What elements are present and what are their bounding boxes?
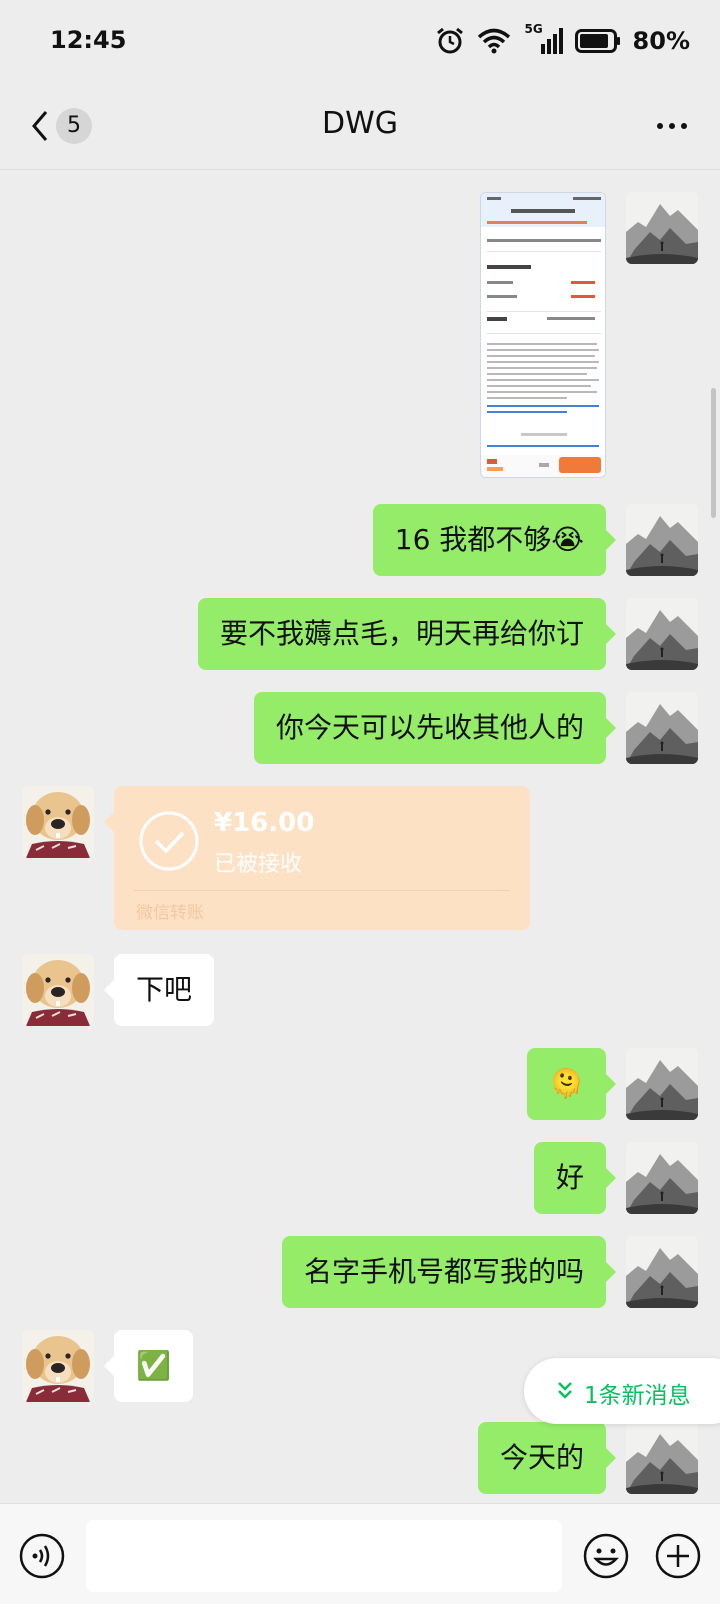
outgoing-message-bubble[interactable]: 16 我都不够😭 — [372, 504, 617, 576]
outgoing-message-bubble[interactable]: 今天的 — [477, 1422, 617, 1494]
contact-avatar[interactable] — [22, 786, 94, 858]
my-avatar[interactable] — [626, 1142, 698, 1214]
my-avatar[interactable] — [626, 192, 698, 264]
transfer-amount: ¥16.00 — [214, 808, 315, 838]
incoming-message-bubble[interactable]: 下吧 — [103, 954, 215, 1026]
transfer-divider — [134, 890, 510, 891]
status-icons: 5G 80% — [435, 22, 690, 58]
status-bar: 12:45 5G 80% — [0, 0, 720, 82]
message-text: 要不我薅点毛，明天再给你订 — [219, 617, 584, 650]
crying-emoji-icon: 😭 — [551, 523, 584, 556]
message-text: 好 — [555, 1161, 584, 1194]
more-icon[interactable] — [652, 108, 692, 144]
battery-percent: 80% — [632, 27, 690, 55]
voice-icon[interactable] — [18, 1532, 66, 1580]
message-input[interactable] — [86, 1520, 562, 1592]
transfer-status: 已被接收 — [214, 852, 303, 877]
contact-avatar[interactable] — [22, 1330, 94, 1402]
contact-avatar[interactable] — [22, 954, 94, 1026]
screenshot-thumbnail — [481, 193, 605, 477]
network-type-label: 5G — [524, 22, 543, 36]
transfer-card[interactable]: ¥16.00 已被接收 微信转账 — [104, 786, 530, 930]
double-chevron-down-icon — [556, 1380, 574, 1400]
message-text: 16 我都不够 — [394, 523, 552, 556]
my-avatar[interactable] — [626, 504, 698, 576]
my-avatar[interactable] — [626, 1048, 698, 1120]
wifi-icon — [477, 27, 511, 55]
transfer-label: 微信转账 — [136, 903, 204, 923]
message-text: 今天的 — [499, 1441, 584, 1474]
outgoing-message-bubble[interactable]: 好 — [533, 1142, 617, 1214]
message-text: 你今天可以先收其他人的 — [275, 711, 584, 744]
incoming-message-bubble[interactable]: ✅ — [104, 1330, 193, 1402]
scrollbar-thumb[interactable] — [711, 388, 716, 518]
my-avatar[interactable] — [626, 1422, 698, 1494]
outgoing-message-bubble[interactable]: 🫠 — [527, 1048, 616, 1120]
new-message-text: 1条新消息 — [584, 1383, 691, 1409]
message-text: 下吧 — [136, 973, 193, 1006]
signal-icon: 5G — [523, 22, 563, 56]
my-avatar[interactable] — [626, 1236, 698, 1308]
emoji-icon[interactable] — [582, 1532, 630, 1580]
alarm-icon — [435, 26, 465, 56]
battery-icon — [574, 29, 621, 53]
message-text: 名字手机号都写我的吗 — [303, 1255, 584, 1288]
input-bar — [0, 1503, 720, 1604]
status-time: 12:45 — [50, 26, 127, 54]
outgoing-message-bubble[interactable]: 要不我薅点毛，明天再给你订 — [197, 598, 617, 670]
my-avatar[interactable] — [626, 692, 698, 764]
outgoing-message-bubble[interactable]: 你今天可以先收其他人的 — [253, 692, 617, 764]
chat-header: 5 DWG — [0, 82, 720, 170]
check-mark-emoji-icon: ✅ — [136, 1349, 171, 1382]
outgoing-message-bubble[interactable]: 名字手机号都写我的吗 — [281, 1236, 617, 1308]
chat-title: DWG — [321, 106, 398, 141]
image-message-screenshot[interactable] — [480, 192, 606, 478]
new-message-pill[interactable]: 1条新消息 — [524, 1358, 720, 1424]
my-avatar[interactable] — [626, 598, 698, 670]
plus-icon[interactable] — [654, 1532, 702, 1580]
check-circle-icon — [138, 810, 200, 872]
melting-face-emoji-icon: 🫠 — [549, 1067, 584, 1100]
